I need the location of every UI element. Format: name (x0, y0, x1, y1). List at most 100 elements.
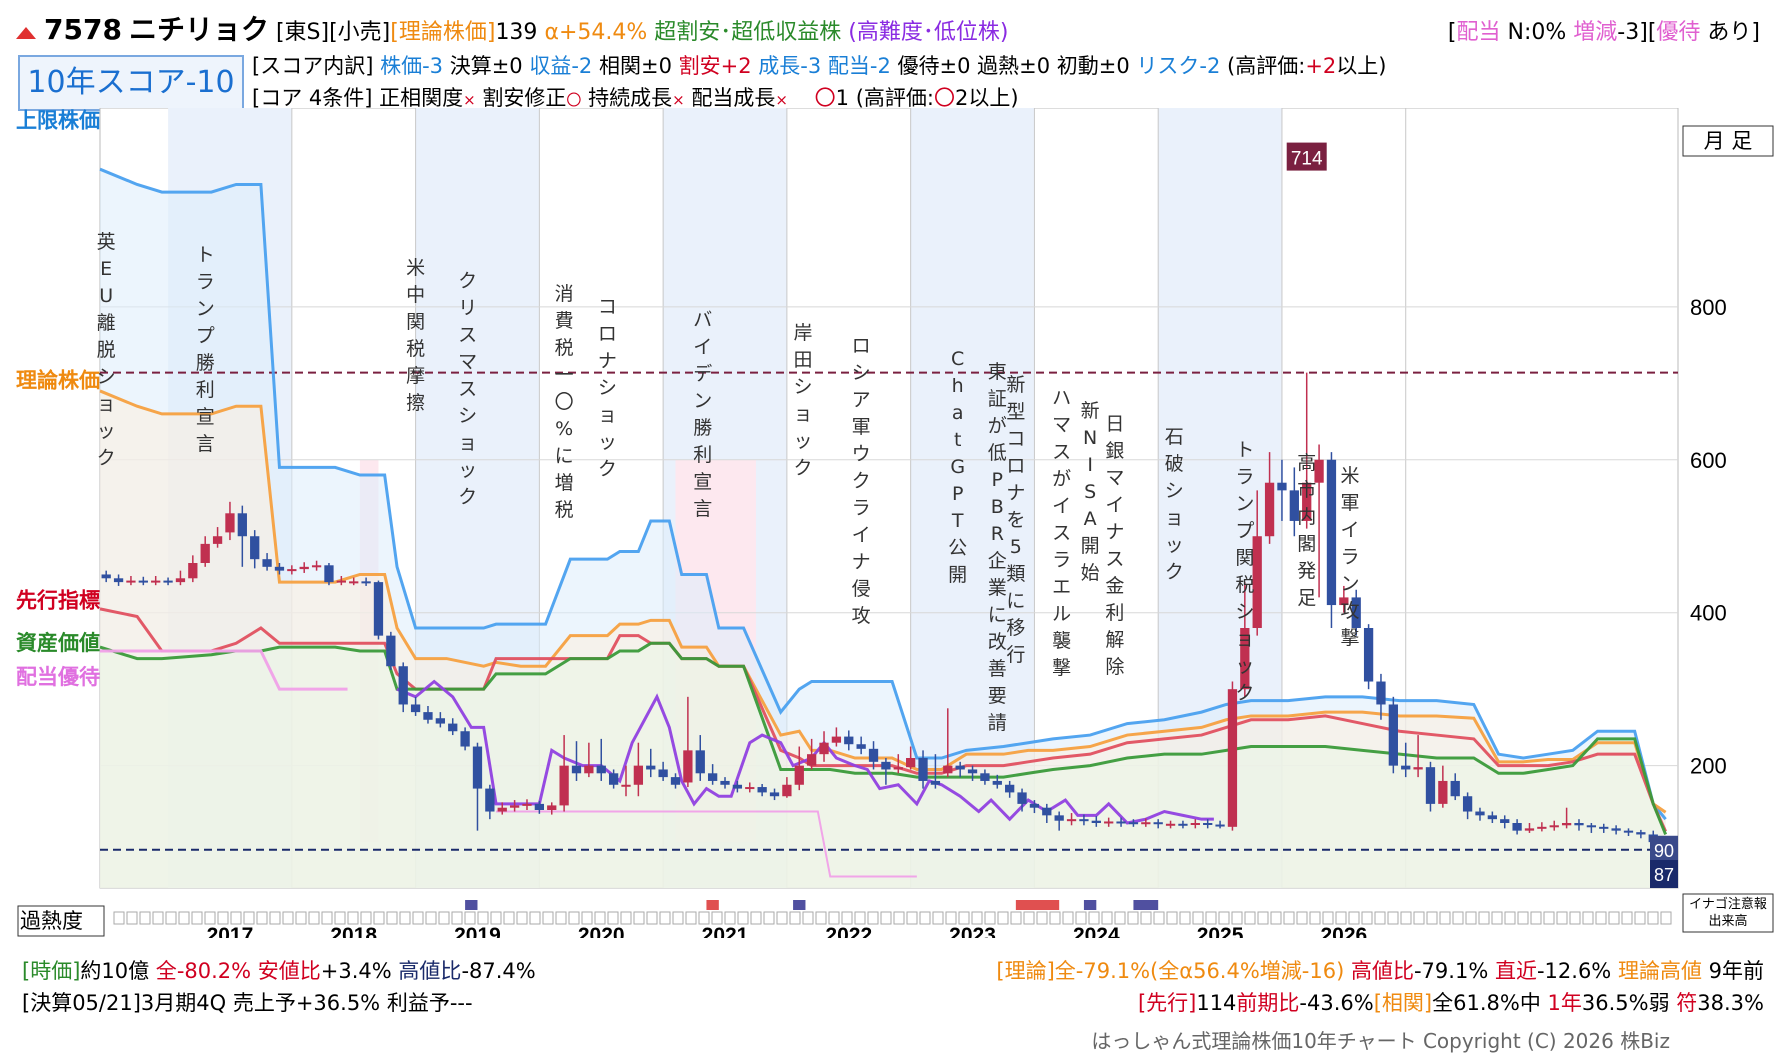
heat-cell (971, 911, 983, 925)
theory-label-footer: [理論] (996, 959, 1055, 983)
candle-body (1561, 823, 1572, 826)
score-item: 優待±0 (897, 54, 978, 78)
candle-body (732, 784, 743, 789)
heat-cell (750, 911, 762, 925)
candle-body (1116, 821, 1126, 824)
high-ratio-value: -87.4% (461, 959, 536, 983)
core-prefix: [コア 4条件] (252, 86, 373, 110)
heat-cell (945, 911, 957, 925)
high-ratio-label: 高値比 (391, 959, 462, 983)
heat-cell (1660, 911, 1672, 925)
candle-body (794, 765, 804, 785)
candle-body (1413, 767, 1423, 770)
heat-cell (347, 911, 359, 925)
heat-cell (529, 911, 541, 925)
candle-body (1326, 459, 1337, 606)
candle-body (881, 761, 891, 770)
market-cap-value: 約10億 (80, 959, 150, 983)
event-label: コロナショック (598, 296, 617, 480)
heat-mark (706, 900, 719, 910)
yutai-label: 優待 (1656, 20, 1701, 45)
year-label: 2025 (1197, 924, 1244, 938)
core-items: 正相関度× 割安修正〇 持続成長× 配当成長× (379, 86, 795, 110)
heat-cell (633, 911, 645, 925)
prev-label: 前期比 (1236, 991, 1300, 1015)
heat-cell (789, 911, 801, 925)
event-label: 新型コロナを 5 類に移行 (1006, 374, 1025, 666)
candle-body (472, 746, 483, 789)
candle-body (1165, 823, 1176, 826)
heat-cell (711, 911, 723, 925)
candle-body (311, 565, 322, 568)
core-item: 持続成長× (588, 86, 685, 110)
volume-label: 出来高 (1708, 913, 1747, 929)
ten-year-score-box: 10年スコア-10 (18, 55, 244, 111)
candle-body (175, 578, 186, 583)
stock-code: 7578 (44, 13, 122, 46)
score-item: 過熱±0 (977, 54, 1057, 78)
heat-cell (1101, 911, 1113, 925)
prev-value: -43.6% (1299, 991, 1374, 1015)
heat-cell (1049, 911, 1061, 925)
candle-body (670, 777, 681, 785)
heat-cell (230, 911, 242, 925)
stock-name: ニチリョク (128, 13, 269, 46)
heat-cell (1192, 911, 1204, 925)
candle-body (831, 736, 842, 743)
heat-cell (1231, 911, 1243, 925)
heat-cell (204, 911, 216, 925)
core-suffix: (高評価:〇2以上) (855, 86, 1019, 110)
heat-cell (555, 911, 567, 925)
heat-cell (1309, 911, 1321, 925)
score-items: 株価-3 決算±0 収益-2 相関±0 割安+2 成長-3 配当-2 優待±0 … (380, 54, 1227, 78)
score-item: 割安+2 (678, 54, 759, 78)
heat-cell (1491, 911, 1503, 925)
heat-cell (1387, 911, 1399, 925)
recent-label: 直近 (1488, 959, 1537, 983)
y-tick-label: 800 (1690, 295, 1727, 320)
core-item: 正相関度× (379, 86, 476, 110)
candle-body (1128, 822, 1139, 825)
candle-body (906, 758, 916, 768)
year-label: 2019 (454, 924, 501, 938)
candle-body (1104, 821, 1114, 824)
heat-cell (1296, 911, 1308, 925)
heat-cell (607, 911, 619, 925)
core-item: 割安修正〇 (482, 86, 582, 110)
heat-cell (1348, 911, 1360, 925)
score-item: 相関±0 (598, 54, 679, 78)
candle-body (1091, 820, 1101, 823)
heat-cell (516, 911, 528, 925)
candle-body (1029, 803, 1040, 808)
period-label: 月 足 (1704, 129, 1753, 153)
candle-body (807, 754, 817, 766)
heat-cell (1335, 911, 1347, 925)
heat-cell (1114, 911, 1126, 925)
score-item: 株価-3 (380, 54, 450, 78)
candle-body (138, 580, 148, 583)
heat-cell (126, 911, 138, 925)
max-price-marker: 714 (1291, 149, 1323, 170)
heat-cell (854, 911, 866, 925)
candle-body (757, 787, 767, 793)
candle-body (373, 582, 384, 636)
heat-cell (1517, 911, 1529, 925)
candle-body (547, 805, 557, 810)
candle-body (633, 765, 644, 785)
heat-cell (1075, 911, 1087, 925)
candle-body (522, 803, 532, 806)
low-ratio-value: +3.4% (320, 959, 392, 983)
candle-body (1388, 704, 1398, 766)
score-breakdown: [スコア内訳] 株価-3 決算±0 収益-2 相関±0 割安+2 成長-3 配当… (252, 50, 1387, 80)
heat-cell (1153, 911, 1165, 925)
candle-body (287, 569, 297, 572)
heat-cell (867, 911, 879, 925)
heat-cell (906, 911, 918, 925)
heat-cell (399, 911, 411, 925)
heat-cell (1023, 911, 1035, 925)
heat-cell (672, 911, 684, 925)
candle-body (497, 807, 507, 812)
candle-body (274, 566, 285, 571)
heat-cell (1582, 911, 1594, 925)
event-label: ハマスがイスラエル襲撃 (1052, 387, 1071, 679)
